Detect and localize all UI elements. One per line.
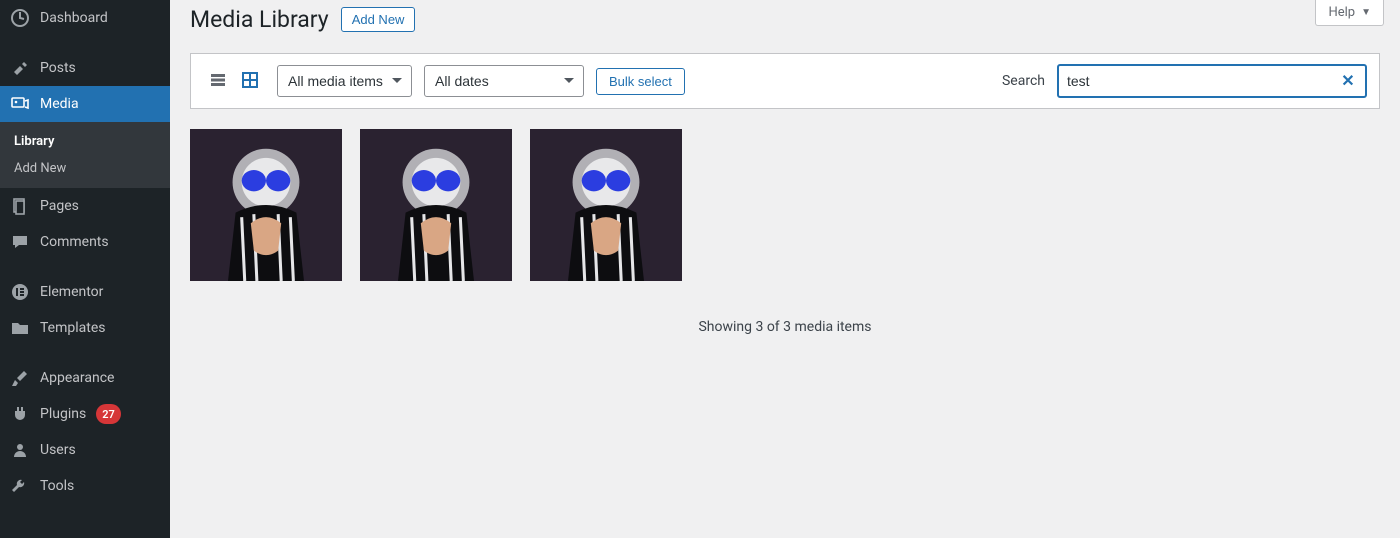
plug-icon	[10, 404, 30, 424]
view-grid-button[interactable]	[235, 66, 265, 96]
sidebar-item-label: Media	[40, 96, 79, 112]
thumbnail-image	[360, 129, 512, 281]
media-toolbar: All media items All dates Bulk select Se…	[190, 53, 1380, 109]
view-list-button[interactable]	[203, 66, 233, 96]
sidebar-item-label: Appearance	[40, 370, 114, 386]
sidebar-item-label: Elementor	[40, 284, 103, 300]
help-tab[interactable]: Help ▼	[1315, 0, 1384, 26]
sidebar-subitem-add-new[interactable]: Add New	[0, 155, 170, 182]
main-content: Help ▼ Media Library Add New All media i…	[170, 0, 1400, 538]
sidebar-item-users[interactable]: Users	[0, 432, 170, 468]
filter-dates[interactable]: All dates	[424, 65, 584, 97]
media-icon	[10, 94, 30, 114]
media-item[interactable]	[530, 129, 682, 281]
sidebar-item-posts[interactable]: Posts	[0, 50, 170, 86]
media-grid	[170, 129, 1400, 281]
sidebar-item-label: Comments	[40, 234, 109, 250]
filter-media-type[interactable]: All media items	[277, 65, 412, 97]
sidebar-item-plugins[interactable]: Plugins 27	[0, 396, 170, 432]
page-icon	[10, 196, 30, 216]
sidebar-item-pages[interactable]: Pages	[0, 188, 170, 224]
page-title: Media Library	[190, 6, 329, 33]
pin-icon	[10, 58, 30, 78]
search-label: Search	[1002, 73, 1045, 89]
grid-icon	[240, 70, 260, 93]
sidebar-submenu-media: Library Add New	[0, 122, 170, 188]
close-icon: ✕	[1341, 71, 1354, 91]
sidebar-item-tools[interactable]: Tools	[0, 468, 170, 504]
admin-sidebar: Dashboard Posts Media Library Add New Pa…	[0, 0, 170, 538]
user-icon	[10, 440, 30, 460]
wrench-icon	[10, 476, 30, 496]
sidebar-item-label: Plugins	[40, 406, 86, 422]
sidebar-item-media[interactable]: Media	[0, 86, 170, 122]
folder-icon	[10, 318, 30, 338]
media-item[interactable]	[360, 129, 512, 281]
search-field-wrap: ✕	[1057, 64, 1367, 98]
bulk-select-button[interactable]: Bulk select	[596, 68, 685, 95]
plugins-update-badge: 27	[96, 404, 121, 424]
brush-icon	[10, 368, 30, 388]
search-input[interactable]	[1067, 73, 1333, 89]
add-new-button[interactable]: Add New	[341, 7, 416, 32]
sidebar-item-label: Templates	[40, 320, 106, 336]
thumbnail-image	[530, 129, 682, 281]
clear-search-button[interactable]: ✕	[1337, 70, 1359, 92]
comment-icon	[10, 232, 30, 252]
sidebar-item-label: Dashboard	[40, 10, 108, 26]
sidebar-item-label: Pages	[40, 198, 79, 214]
sidebar-item-label: Tools	[40, 478, 74, 494]
sidebar-subitem-library[interactable]: Library	[0, 128, 170, 155]
sidebar-item-label: Users	[40, 442, 76, 458]
dashboard-icon	[10, 8, 30, 28]
page-header: Media Library Add New	[170, 0, 1400, 53]
sidebar-item-elementor[interactable]: Elementor	[0, 274, 170, 310]
elementor-icon	[10, 282, 30, 302]
chevron-down-icon: ▼	[1361, 7, 1371, 18]
view-switch	[203, 66, 265, 96]
results-status: Showing 3 of 3 media items	[170, 319, 1400, 335]
media-item[interactable]	[190, 129, 342, 281]
sidebar-item-comments[interactable]: Comments	[0, 224, 170, 260]
filter-media-type-wrap: All media items	[277, 65, 412, 97]
sidebar-item-label: Posts	[40, 60, 76, 76]
filter-dates-wrap: All dates	[424, 65, 584, 97]
list-icon	[208, 70, 228, 93]
thumbnail-image	[190, 129, 342, 281]
help-label: Help	[1328, 5, 1355, 20]
sidebar-item-appearance[interactable]: Appearance	[0, 360, 170, 396]
sidebar-item-dashboard[interactable]: Dashboard	[0, 0, 170, 36]
sidebar-item-templates[interactable]: Templates	[0, 310, 170, 346]
